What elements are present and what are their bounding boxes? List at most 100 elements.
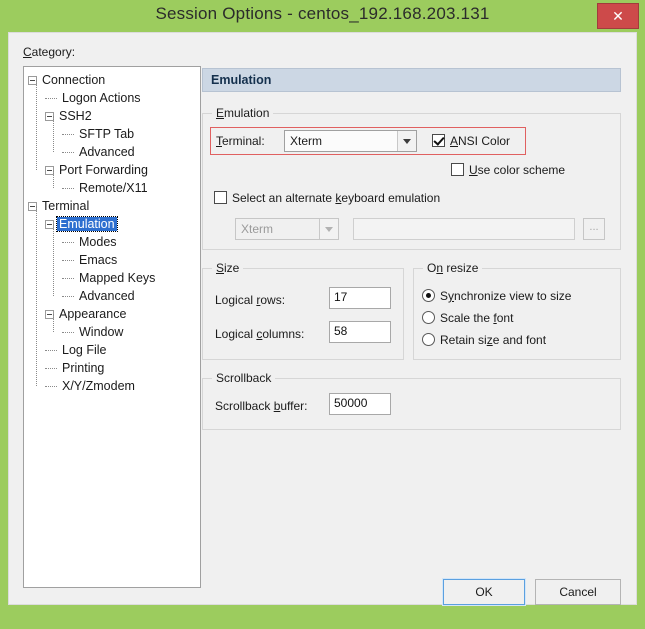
scrollback-buffer-input[interactable]: 50000 [329,393,391,415]
logical-rows-input[interactable]: 17 [329,287,391,309]
category-tree[interactable]: Connection Logon Actions SSH2 SFTP Tab Advan… [23,66,201,588]
radio-synchronize-view-to-size[interactable]: Synchronize view to size [422,289,571,304]
tree-item-advanced[interactable]: Advanced [62,287,137,305]
radio-retain-size-and-font[interactable]: Retain size and font [422,333,546,348]
tree-item-port-forwarding[interactable]: Port Forwarding [45,161,150,179]
browse-button[interactable]: ... [583,218,605,240]
alternate-keyboard-path-input[interactable] [353,218,575,240]
size-group: Size [202,261,404,360]
tree-item-label: Modes [79,235,117,249]
tree-item-label: Logon Actions [62,91,141,105]
tree-guide-line [53,224,54,296]
tree-item-label: Port Forwarding [59,163,148,177]
tree-item-label: Connection [42,73,106,87]
tree-item-log-file[interactable]: Log File [45,341,108,359]
tree-item-x-y-zmodem[interactable]: X/Y/Zmodem [45,377,137,395]
session-options-dialog: Session Options - centos_192.168.203.131… [0,0,645,629]
tree-item-label: Remote/X11 [79,181,148,195]
tree-connector [62,259,74,262]
tree-item-connection[interactable]: Connection [28,71,107,89]
tree-item-remote-x11[interactable]: Remote/X11 [62,179,150,197]
tree-item-terminal[interactable]: Terminal [28,197,91,215]
close-icon[interactable]: ✕ [597,3,639,29]
chevron-down-icon [397,131,416,151]
scrollback-group-title: Scrollback [212,371,276,385]
tree-item-printing[interactable]: Printing [45,359,106,377]
tree-item-label: Terminal [42,199,90,213]
tree-connector [62,295,74,298]
use-color-scheme-label: Use color scheme [469,163,566,177]
radio-label: Synchronize view to size [440,289,572,303]
radio-circle [422,311,435,324]
emulation-group-title: Emulation [212,106,274,120]
tree-item-label: Emacs [79,253,118,267]
scrollback-buffer-label: Scrollback buffer: [215,399,308,413]
tree-item-appearance[interactable]: Appearance [45,305,128,323]
ansi-color-checkbox[interactable]: ANSI Color [432,134,510,149]
radio-label: Scale the font [440,311,514,325]
tree-item-label: Appearance [59,307,127,321]
tree-item-label: Emulation [56,216,118,232]
tree-item-modes[interactable]: Modes [62,233,119,251]
tree-connector [62,133,74,136]
tree-item-label: Log File [62,343,107,357]
ansi-color-checkbox-box [432,134,445,147]
terminal-dropdown[interactable]: Xterm [284,130,417,152]
tree-item-label: Advanced [79,145,135,159]
tree-item-emulation[interactable]: Emulation [45,215,118,233]
tree-guide-line [53,170,54,188]
ok-button[interactable]: OK [442,578,526,606]
radio-scale-the-font[interactable]: Scale the font [422,311,513,326]
category-label: Category: [23,45,76,59]
tree-connector [62,151,74,154]
page-title: Emulation [202,68,621,92]
tree-connector [62,331,74,334]
tree-item-label: X/Y/Zmodem [62,379,135,393]
tree-connector [62,241,74,244]
category-label-rest: ategory: [31,45,76,59]
tree-connector [45,349,57,352]
radio-circle [422,289,435,302]
tree-item-advanced[interactable]: Advanced [62,143,137,161]
tree-item-label: SSH2 [59,109,92,123]
tree-guide-line [53,314,54,332]
tree-item-logon-actions[interactable]: Logon Actions [45,89,143,107]
use-color-scheme-checkbox-box [451,163,464,176]
terminal-label: Terminal: [216,134,265,148]
logical-columns-label: Logical columns: [215,327,305,341]
alternate-keyboard-dropdown-value: Xterm [241,222,274,236]
size-group-title: Size [212,261,244,275]
tree-connector [45,385,57,388]
tree-item-label: Mapped Keys [79,271,156,285]
on-resize-group-title: On resize [423,261,483,275]
tree-item-window[interactable]: Window [62,323,125,341]
terminal-dropdown-value: Xterm [290,134,323,148]
radio-label: Retain size and font [440,333,547,347]
logical-columns-input[interactable]: 58 [329,321,391,343]
tree-item-label: Advanced [79,289,135,303]
ansi-color-label: ANSI Color [450,134,511,148]
window-title: Session Options - centos_192.168.203.131 [155,4,490,23]
tree-connector [62,277,74,280]
tree-item-label: Window [79,325,124,339]
radio-circle [422,333,435,346]
tree-item-emacs[interactable]: Emacs [62,251,119,269]
tree-connector [45,367,57,370]
cancel-button[interactable]: Cancel [535,579,621,605]
use-color-scheme-checkbox[interactable]: Use color scheme [451,163,565,178]
tree-item-label: SFTP Tab [79,127,135,141]
tree-guide-line [53,116,54,152]
tree-connector [45,97,57,100]
tree-connector [62,187,74,190]
tree-guide-line [36,206,37,386]
title-bar: Session Options - centos_192.168.203.131… [0,0,645,32]
tree-item-mapped-keys[interactable]: Mapped Keys [62,269,157,287]
logical-rows-label: Logical rows: [215,293,286,307]
tree-item-label: Printing [62,361,105,375]
chevron-down-icon [319,219,338,239]
alternate-keyboard-dropdown[interactable]: Xterm [235,218,339,240]
alternate-keyboard-checkbox[interactable]: Select an alternate keyboard emulation [214,191,440,206]
alternate-keyboard-checkbox-box [214,191,227,204]
tree-guide-line [36,80,37,170]
tree-item-sftp-tab[interactable]: SFTP Tab [62,125,136,143]
